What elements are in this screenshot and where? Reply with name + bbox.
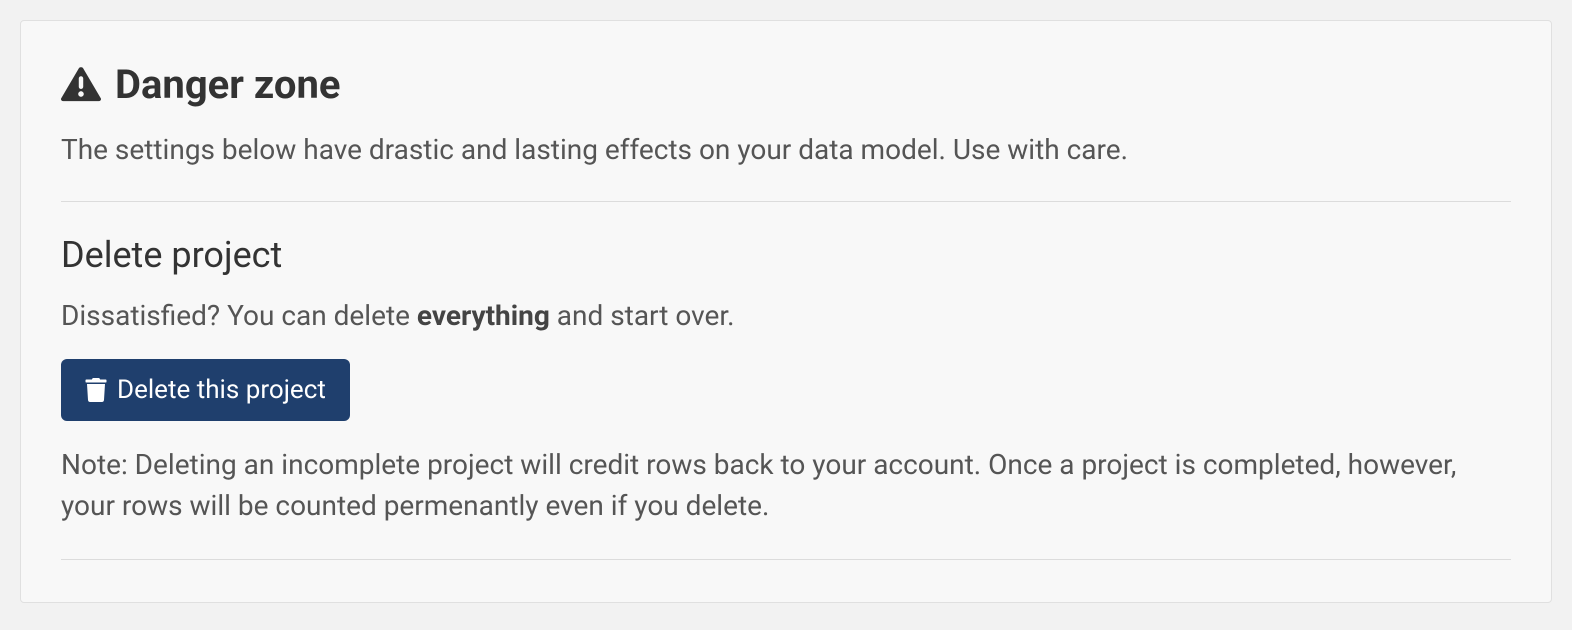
danger-zone-panel: Danger zone The settings below have dras…	[20, 20, 1552, 603]
trash-icon	[85, 378, 107, 402]
delete-project-description: Dissatisfied? You can delete everything …	[61, 296, 1511, 335]
danger-zone-subtitle: The settings below have drastic and last…	[61, 130, 1511, 169]
divider-bottom	[61, 559, 1511, 560]
danger-zone-title: Danger zone	[115, 61, 341, 108]
delete-desc-prefix: Dissatisfied? You can delete	[61, 299, 417, 332]
warning-icon	[61, 65, 101, 105]
delete-project-button-label: Delete this project	[117, 375, 326, 405]
delete-project-heading: Delete project	[61, 234, 1511, 276]
delete-project-note: Note: Deleting an incomplete project wil…	[61, 445, 1511, 526]
delete-desc-bold: everything	[417, 299, 550, 332]
delete-desc-suffix: and start over.	[550, 299, 735, 332]
delete-project-button[interactable]: Delete this project	[61, 359, 350, 421]
danger-zone-heading: Danger zone	[61, 61, 1511, 108]
divider	[61, 201, 1511, 202]
